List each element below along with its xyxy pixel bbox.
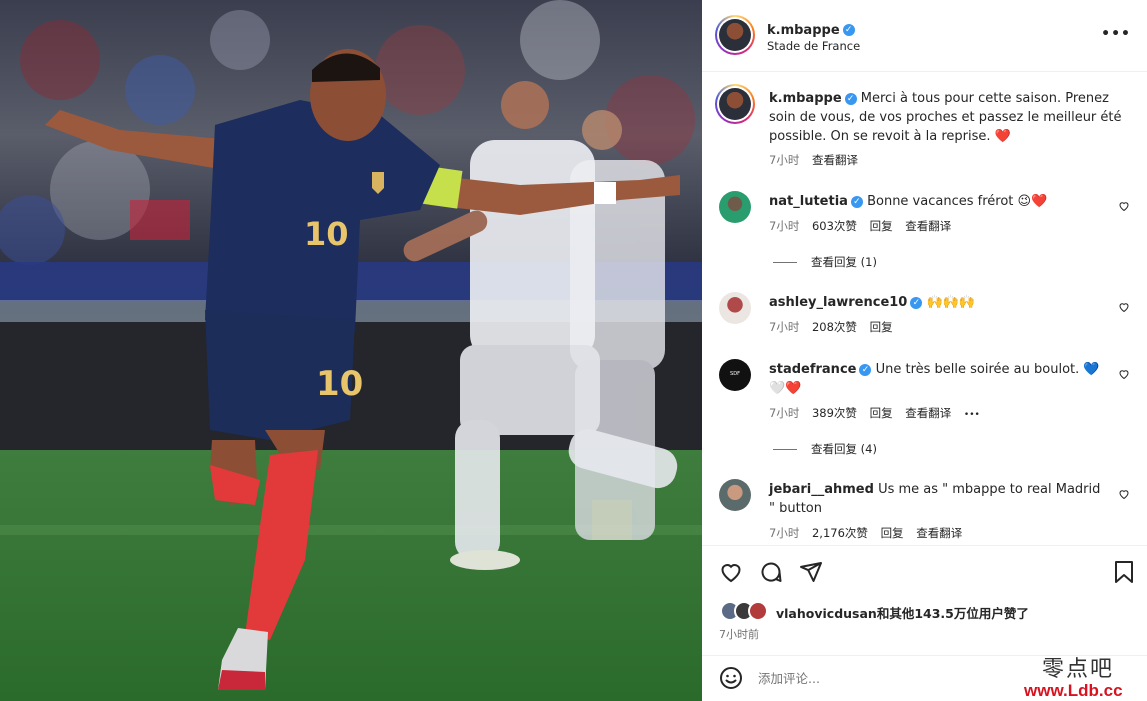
stadefrance-logo: SDF	[730, 371, 740, 377]
watermark-title: 零点吧	[1042, 657, 1115, 682]
caption-time[interactable]: 7小时	[769, 153, 799, 167]
comment-text: 🙌🙌🙌	[926, 295, 976, 310]
post-time[interactable]: 7小时前	[719, 626, 759, 642]
caption: k.mbappe ✓ Merci à tous pour cette saison…	[769, 89, 1129, 146]
likes-summary[interactable]: vlahovicdusan和其他143.5万位用户赞了	[776, 603, 1029, 622]
liker-avatars[interactable]	[720, 601, 772, 621]
avatar-photo	[719, 19, 751, 51]
view-replies-button[interactable]: 查看回复 (1)	[773, 254, 877, 270]
comment-translate[interactable]: 查看翻译	[905, 406, 951, 420]
divider	[773, 449, 797, 450]
post-side-panel: k.mbappe ✓ Stade de France ••• k.mbappe ✓ …	[702, 0, 1147, 701]
comment-username[interactable]: jebari__ahmed	[769, 482, 874, 497]
post-photo[interactable]: 10 10	[0, 0, 702, 701]
post-photo-illustration: 10 10	[0, 0, 702, 701]
comment-likes[interactable]: 2,176次赞	[812, 526, 868, 540]
shorts-number: 10	[316, 364, 363, 404]
comment-translate[interactable]: 查看翻译	[905, 219, 951, 233]
comment-username[interactable]: nat_lutetia	[769, 194, 848, 209]
comment-likes[interactable]: 389次赞	[812, 406, 857, 420]
comment-reply[interactable]: 回复	[870, 320, 893, 334]
comment-4: jebari__ahmed Us me as " mbappe to real …	[769, 480, 1109, 518]
caption-avatar[interactable]	[715, 84, 755, 124]
comment-like-heart-icon[interactable]	[1118, 200, 1130, 212]
comment-meta: 7小时 603次赞 回复 查看翻译	[769, 218, 960, 234]
header-avatar[interactable]	[715, 15, 755, 55]
add-comment-input[interactable]	[758, 668, 978, 688]
comment-time[interactable]: 7小时	[769, 219, 799, 233]
bookmark-icon[interactable]	[1113, 560, 1135, 584]
jersey-number: 10	[304, 215, 349, 253]
comment-avatar[interactable]: SDF	[719, 359, 751, 391]
caption-username[interactable]: k.mbappe	[769, 91, 842, 106]
comment-meta: 7小时 389次赞 回复 查看翻译 •••	[769, 405, 989, 421]
comment-avatar[interactable]	[719, 292, 751, 324]
comment-time[interactable]: 7小时	[769, 526, 799, 540]
caption-translate[interactable]: 查看翻译	[812, 153, 858, 167]
verified-badge-icon: ✓	[859, 363, 872, 376]
comment-2: ashley_lawrence10 ✓ 🙌🙌🙌	[769, 293, 1109, 312]
verified-badge-icon: ✓	[910, 296, 923, 309]
heart-icon[interactable]	[719, 560, 743, 584]
comment-more-icon[interactable]: •••	[964, 410, 980, 420]
divider	[773, 262, 797, 263]
caption-meta: 7小时 查看翻译	[769, 152, 867, 168]
comment-meta: 7小时 2,176次赞 回复 查看翻译	[769, 525, 971, 541]
comment-time[interactable]: 7小时	[769, 320, 799, 334]
comment-avatar[interactable]	[719, 479, 751, 511]
header-username[interactable]: k.mbappe	[767, 23, 840, 38]
post-header: k.mbappe ✓ Stade de France •••	[702, 0, 1147, 72]
more-horizontal-icon[interactable]: •••	[1101, 26, 1131, 42]
comment-likes[interactable]: 208次赞	[812, 320, 857, 334]
comment-reply[interactable]: 回复	[870, 406, 893, 420]
comment-reply[interactable]: 回复	[870, 219, 893, 233]
comment-likes[interactable]: 603次赞	[812, 219, 857, 233]
send-icon[interactable]	[799, 560, 823, 584]
liker-avatar	[748, 601, 768, 621]
comment-username[interactable]: ashley_lawrence10	[769, 295, 907, 310]
avatar-photo	[719, 88, 751, 120]
comment-like-heart-icon[interactable]	[1118, 301, 1130, 313]
verified-badge-icon: ✓	[844, 92, 857, 105]
comment-username[interactable]: stadefrance	[769, 362, 856, 377]
watermark-url: www.Ldb.cc	[1024, 681, 1123, 700]
header-location[interactable]: Stade de France	[767, 39, 860, 53]
comment-icon[interactable]	[759, 560, 783, 584]
comment-avatar[interactable]	[719, 191, 751, 223]
verified-badge-icon: ✓	[842, 23, 855, 36]
view-replies-button[interactable]: 查看回复 (4)	[773, 441, 877, 457]
comment-translate[interactable]: 查看翻译	[916, 526, 962, 540]
comment-3: stadefrance ✓ Une très belle soirée au bo…	[769, 360, 1109, 398]
comment-reply[interactable]: 回复	[881, 526, 904, 540]
comment-1: nat_lutetia ✓ Bonne vacances frérot 😉❤️	[769, 192, 1109, 211]
comment-text: Bonne vacances frérot 😉❤️	[867, 194, 1048, 209]
comment-like-heart-icon[interactable]	[1118, 368, 1130, 380]
verified-badge-icon: ✓	[850, 195, 863, 208]
smiley-icon[interactable]	[719, 666, 743, 690]
comment-like-heart-icon[interactable]	[1118, 488, 1130, 500]
action-bar: vlahovicdusan和其他143.5万位用户赞了 7小时前	[702, 545, 1147, 655]
comment-meta: 7小时 208次赞 回复	[769, 319, 902, 335]
comment-time[interactable]: 7小时	[769, 406, 799, 420]
